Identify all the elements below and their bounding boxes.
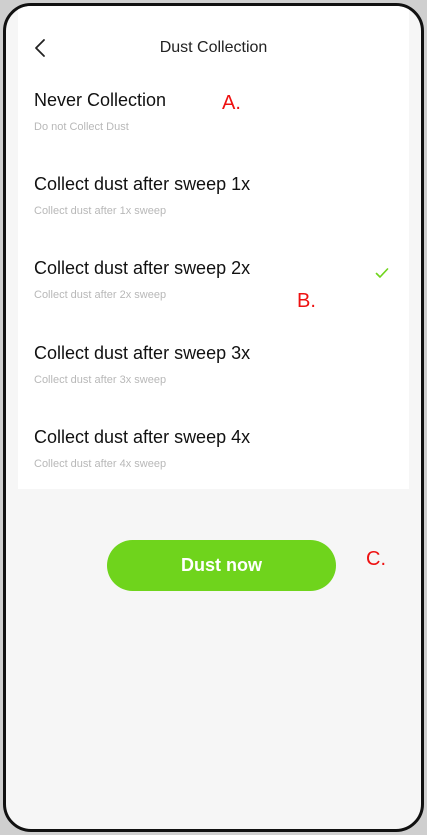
option-never-collection[interactable]: Never Collection Do not Collect Dust: [18, 90, 409, 160]
options-panel: [18, 6, 409, 489]
option-sweep-4x[interactable]: Collect dust after sweep 4x Collect dust…: [18, 427, 409, 497]
option-title: Collect dust after sweep 2x: [34, 258, 251, 278]
option-subtitle: Collect dust after 1x sweep: [34, 205, 167, 217]
page-title: Dust Collection: [159, 39, 268, 56]
option-subtitle: Collect dust after 4x sweep: [34, 458, 167, 470]
check-icon: [375, 266, 389, 280]
annotation-b: B.: [297, 290, 316, 312]
option-sweep-1x[interactable]: Collect dust after sweep 1x Collect dust…: [18, 174, 409, 244]
option-title: Collect dust after sweep 4x: [34, 427, 251, 447]
option-sweep-3x[interactable]: Collect dust after sweep 3x Collect dust…: [18, 343, 409, 413]
option-subtitle: Do not Collect Dust: [34, 121, 129, 133]
annotation-c: C.: [366, 548, 386, 570]
dust-now-button[interactable]: Dust now: [107, 540, 336, 591]
option-subtitle: Collect dust after 3x sweep: [34, 374, 167, 386]
option-title: Collect dust after sweep 1x: [34, 174, 251, 194]
annotation-a: A.: [222, 92, 241, 114]
option-sweep-2x[interactable]: Collect dust after sweep 2x Collect dust…: [18, 258, 409, 328]
option-subtitle: Collect dust after 2x sweep: [34, 289, 167, 301]
option-title: Never Collection: [34, 90, 167, 110]
option-title: Collect dust after sweep 3x: [34, 343, 251, 363]
phone-frame: Dust Collection Never Collection Do not …: [3, 3, 424, 832]
